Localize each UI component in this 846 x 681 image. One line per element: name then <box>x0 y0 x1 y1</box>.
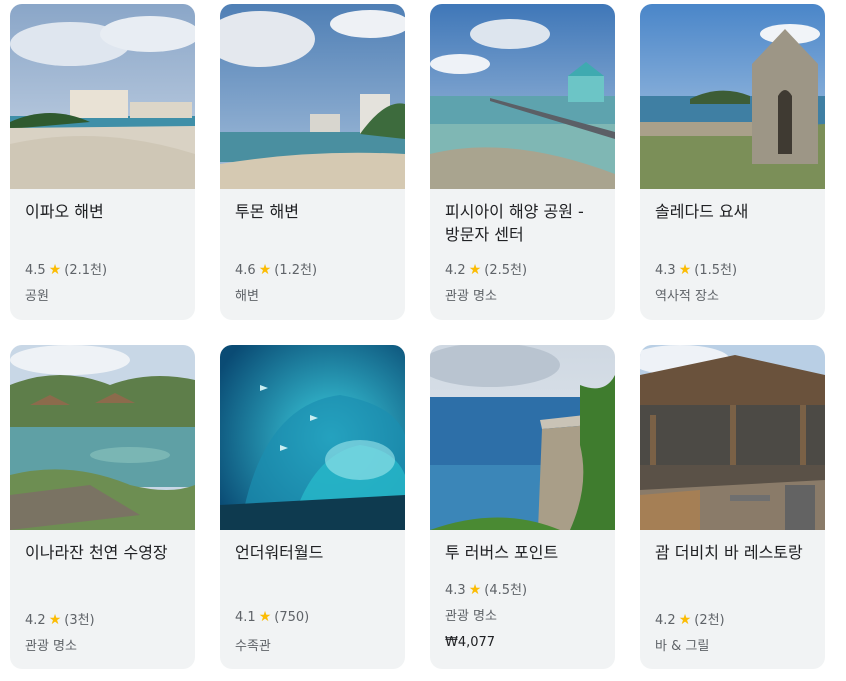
place-category: 역사적 장소 <box>655 289 719 304</box>
place-name: 이나라잔 천연 수영장 <box>25 543 168 562</box>
rating-value: 4.5 <box>25 263 46 278</box>
rating-value: 4.2 <box>25 613 46 628</box>
star-icon: ★ <box>468 262 482 278</box>
review-count: (3천) <box>64 613 95 628</box>
review-count: (750) <box>274 610 310 625</box>
place-photo[interactable] <box>640 4 825 189</box>
place-photo[interactable] <box>10 4 195 189</box>
place-category: 수족관 <box>235 639 271 654</box>
rating-value: 4.3 <box>445 583 466 598</box>
place-card-underwater-world[interactable]: 언더워터월드 4.1 ★ (750) 수족관 <box>220 345 405 669</box>
places-grid: 이파오 해변 4.5 ★ (2.1천) 공원 투몬 해변 4.6 ★ (1.2천) 해변 <box>10 4 830 672</box>
place-name: 이파오 해변 <box>25 202 104 221</box>
place-rating: 4.3 ★ (4.5천) <box>445 579 527 598</box>
place-name: 솔레다드 요새 <box>655 202 749 221</box>
star-icon: ★ <box>258 609 272 625</box>
place-card-inarajan-pools[interactable]: 이나라잔 천연 수영장 4.2 ★ (3천) 관광 명소 <box>10 345 195 669</box>
place-card-fort-soledad[interactable]: 솔레다드 요새 4.3 ★ (1.5천) 역사적 장소 <box>640 4 825 320</box>
review-count: (1.2천) <box>274 263 318 278</box>
place-category: 관광 명소 <box>25 639 77 654</box>
place-card-guam-beach-bar[interactable]: 괌 더비치 바 레스토랑 4.2 ★ (2천) 바 & 그릴 <box>640 345 825 669</box>
place-rating: 4.2 ★ (2.5천) <box>445 259 527 278</box>
review-count: (2.1천) <box>64 263 108 278</box>
place-name: 투몬 해변 <box>235 202 299 221</box>
place-rating: 4.5 ★ (2.1천) <box>25 259 107 278</box>
place-category: 해변 <box>235 289 259 304</box>
review-count: (4.5천) <box>484 583 528 598</box>
place-name: 투 러버스 포인트 <box>445 543 559 562</box>
star-icon: ★ <box>678 262 692 278</box>
place-name: 언더워터월드 <box>235 543 324 562</box>
star-icon: ★ <box>48 612 62 628</box>
rating-value: 4.2 <box>445 263 466 278</box>
review-count: (2.5천) <box>484 263 528 278</box>
place-photo[interactable] <box>10 345 195 530</box>
rating-value: 4.2 <box>655 613 676 628</box>
place-category: 공원 <box>25 289 49 304</box>
place-photo[interactable] <box>430 4 615 189</box>
review-count: (2천) <box>694 613 725 628</box>
review-count: (1.5천) <box>694 263 738 278</box>
place-rating: 4.6 ★ (1.2천) <box>235 259 317 278</box>
place-rating: 4.3 ★ (1.5천) <box>655 259 737 278</box>
place-card-two-lovers-point[interactable]: 투 러버스 포인트 4.3 ★ (4.5천) 관광 명소 ₩4,077 <box>430 345 615 669</box>
place-category: 관광 명소 <box>445 289 497 304</box>
star-icon: ★ <box>678 612 692 628</box>
place-rating: 4.2 ★ (2천) <box>655 609 725 628</box>
star-icon: ★ <box>258 262 272 278</box>
place-name: 괌 더비치 바 레스토랑 <box>655 543 803 562</box>
place-photo[interactable] <box>640 345 825 530</box>
star-icon: ★ <box>48 262 62 278</box>
place-card-tumon-beach[interactable]: 투몬 해변 4.6 ★ (1.2천) 해변 <box>220 4 405 320</box>
place-photo[interactable] <box>220 345 405 530</box>
place-photo[interactable] <box>220 4 405 189</box>
rating-value: 4.1 <box>235 610 256 625</box>
place-name: 피시아이 해양 공원 - 방문자 센터 <box>445 202 584 244</box>
star-icon: ★ <box>468 582 482 598</box>
place-category: 바 & 그릴 <box>655 639 710 654</box>
rating-value: 4.6 <box>235 263 256 278</box>
place-card-fish-eye-marine-park[interactable]: 피시아이 해양 공원 - 방문자 센터 4.2 ★ (2.5천) 관광 명소 <box>430 4 615 320</box>
place-rating: 4.2 ★ (3천) <box>25 609 95 628</box>
place-photo[interactable] <box>430 345 615 530</box>
place-card-ypao-beach[interactable]: 이파오 해변 4.5 ★ (2.1천) 공원 <box>10 4 195 320</box>
rating-value: 4.3 <box>655 263 676 278</box>
place-price: ₩4,077 <box>445 635 496 650</box>
place-category: 관광 명소 <box>445 609 497 624</box>
place-rating: 4.1 ★ (750) <box>235 609 309 625</box>
